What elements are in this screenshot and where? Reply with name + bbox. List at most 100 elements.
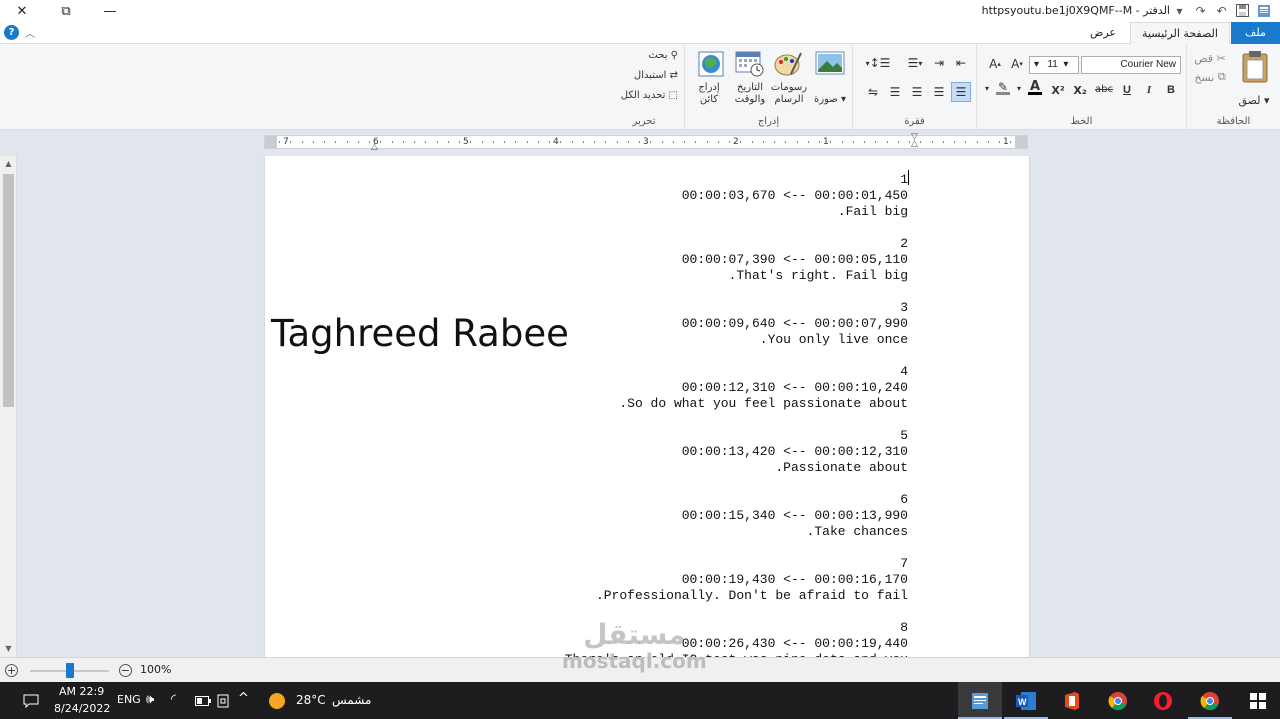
font-family-select[interactable]: Courier New [1081, 56, 1181, 74]
notifications-icon[interactable] [18, 688, 44, 714]
help-icon[interactable]: ? [4, 25, 19, 40]
insert-object-icon[interactable] [697, 50, 725, 78]
italic-button[interactable]: I [1141, 84, 1157, 96]
font-color-dropdown-icon[interactable]: ▾ [1015, 84, 1023, 93]
shrink-font-icon[interactable]: A ▾ [1009, 57, 1025, 71]
office-icon[interactable] [1059, 688, 1085, 714]
highlight-dropdown-icon[interactable]: ▾ [983, 84, 991, 93]
justify-icon[interactable]: ☰ [885, 82, 905, 102]
tab-home[interactable]: الصفحة الرئيسية [1130, 22, 1230, 45]
align-right-icon[interactable]: ☰ [951, 82, 971, 102]
wordpad-icon[interactable] [967, 688, 993, 714]
ruler-tick [549, 141, 550, 143]
zoom-in-icon[interactable]: + [5, 664, 18, 677]
font-color-icon[interactable]: A [1025, 80, 1045, 95]
dropdown-icon[interactable]: ▾ [1171, 2, 1188, 19]
increase-indent-icon[interactable]: ⇥ [929, 56, 949, 70]
decrease-indent-icon[interactable]: ⇤ [951, 56, 971, 70]
chrome-icon[interactable] [1105, 688, 1131, 714]
scroll-up-icon[interactable]: ▲ [0, 156, 17, 172]
paste-button[interactable]: لصق ▾ [1236, 94, 1272, 107]
cut-button[interactable]: قص ✂ [1190, 52, 1230, 65]
zoom-slider-thumb[interactable] [65, 663, 74, 678]
tablet-mode-icon[interactable] [210, 688, 236, 714]
highlight-icon[interactable]: ✎ [993, 81, 1013, 95]
tab-file[interactable]: ملف [1231, 22, 1280, 44]
document-line: 00:00:19,430 <-- 00:00:16,170 [681, 572, 908, 587]
bullets-icon[interactable]: ☰ ▾ [903, 56, 927, 70]
save-icon[interactable] [1234, 2, 1251, 19]
ruler-tick [1010, 141, 1012, 143]
document-line: 00:00:13,420 <-- 00:00:12,310 [681, 444, 908, 459]
windows-start-icon[interactable] [1245, 688, 1271, 714]
picture-icon[interactable] [815, 50, 845, 78]
ruler[interactable]: 7 6 5 4 3 2 1 1 △ ▽ △ [264, 133, 1028, 152]
weather-condition[interactable]: مشمس [332, 693, 371, 707]
volume-icon[interactable]: 🕪 [146, 692, 154, 707]
weather-sun-icon[interactable] [264, 688, 290, 714]
collapse-ribbon-icon[interactable]: ︿ [25, 25, 35, 40]
line-spacing-icon[interactable]: ▾ ↕☰ [863, 56, 893, 70]
ruler-tick [639, 141, 640, 143]
align-left-icon[interactable]: ☰ [907, 82, 927, 102]
paragraph-direction-icon[interactable]: ⇋ [863, 82, 883, 102]
opera-icon[interactable] [1150, 688, 1176, 714]
replace-button[interactable]: استبدال ⇄ [608, 70, 678, 81]
ruler-tick [369, 141, 370, 143]
underline-button[interactable]: U [1119, 84, 1135, 96]
paint-drawing-button[interactable]: رسومات الرسام [769, 82, 809, 106]
document-area: ▲ ▼ 1 00:00:03,670 <-- 00:00:01,450 .Fail … [0, 156, 1280, 657]
vertical-scrollbar[interactable]: ▲ ▼ [0, 156, 17, 657]
datetime-button[interactable]: التاريخ والوقت [729, 82, 771, 106]
calendar-clock-icon[interactable] [735, 50, 765, 78]
strikethrough-button[interactable]: abc [1093, 84, 1115, 95]
weather-temperature[interactable]: 28°C [296, 693, 326, 707]
quick-access-toolbar: ▾ ↷ ↶ [1171, 2, 1272, 19]
select-all-button[interactable]: تحديد الكل ⬚ [602, 90, 678, 101]
clock-time[interactable]: AM 22:9 [59, 685, 104, 698]
chrome-profile-icon[interactable] [1197, 688, 1223, 714]
minimize-icon[interactable]: — [88, 0, 132, 22]
document-line: 6 [900, 492, 908, 507]
left-indent-marker[interactable]: △ [371, 142, 378, 152]
picture-button[interactable]: صورة ▾ [809, 94, 851, 105]
right-indent-marker[interactable]: ▽ △ [911, 133, 918, 149]
zoom-out-icon[interactable]: − [119, 664, 132, 677]
paint-drawing-icon[interactable] [773, 50, 803, 78]
show-hidden-icons-icon[interactable]: ^ [238, 691, 249, 706]
ruler-tick [492, 141, 494, 143]
bold-button[interactable]: B [1163, 84, 1179, 96]
font-size-select[interactable]: ▾ 11 ▾ [1029, 56, 1079, 74]
tab-view[interactable]: عرض [1078, 22, 1128, 44]
scroll-thumb[interactable] [3, 174, 14, 407]
redo-icon[interactable]: ↷ [1192, 2, 1209, 19]
grow-font-icon[interactable]: A ▴ [987, 57, 1003, 71]
group-editing: بحث ⚲ استبدال ⇄ تحديد الكل ⬚ تحرير [604, 44, 684, 130]
wifi-icon[interactable]: ◜ [171, 692, 176, 707]
ruler-tick [380, 141, 382, 143]
align-center-icon[interactable]: ☰ [929, 82, 949, 102]
ruler-tick [830, 141, 832, 143]
language-indicator[interactable]: ENG [117, 693, 141, 706]
scroll-down-icon[interactable]: ▼ [0, 641, 17, 657]
ruler-tick [852, 141, 854, 143]
word-icon[interactable]: W [1013, 688, 1039, 714]
ruler-tick [301, 141, 303, 143]
group-label-clipboard: الحافظة [1216, 116, 1251, 127]
document-line: 5 [900, 428, 908, 443]
insert-object-button[interactable]: إدراج كائن [691, 82, 727, 106]
find-button[interactable]: بحث ⚲ [608, 50, 678, 61]
ruler-tick [290, 141, 292, 143]
restore-icon[interactable]: ⧉ [44, 0, 88, 22]
copy-button[interactable]: نسخ ⧉ [1190, 70, 1230, 84]
subscript-button[interactable]: X₂ [1071, 84, 1089, 97]
undo-icon[interactable]: ↶ [1213, 2, 1230, 19]
superscript-button[interactable]: X² [1049, 84, 1067, 97]
text-caret [908, 170, 909, 185]
paste-icon[interactable] [1240, 50, 1270, 84]
scissors-icon: ✂ [1216, 52, 1226, 65]
close-icon[interactable]: ✕ [0, 0, 44, 22]
document-line: 00:00:12,310 <-- 00:00:10,240 [681, 380, 908, 395]
clock-date[interactable]: 8/24/2022 [54, 702, 110, 715]
document-page[interactable]: 1 00:00:03,670 <-- 00:00:01,450 .Fail big 2… [265, 156, 1029, 657]
